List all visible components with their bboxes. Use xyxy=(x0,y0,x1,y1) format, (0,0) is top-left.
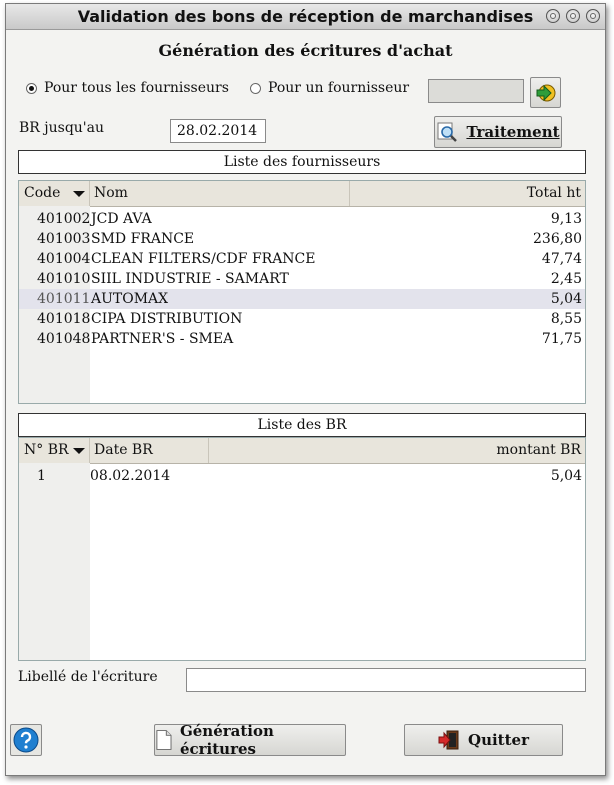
cell-total: 8,55 xyxy=(550,311,582,327)
table-row[interactable]: 401003 SMD FRANCE 236,80 xyxy=(19,229,585,249)
table-row[interactable]: 401018 CIPA DISTRIBUTION 8,55 xyxy=(19,309,585,329)
cell-code: 401004 xyxy=(37,251,91,267)
go-arrow-icon xyxy=(536,84,555,101)
table-row[interactable]: 401002 JCD AVA 9,13 xyxy=(19,209,585,229)
quitter-button[interactable]: Quitter xyxy=(404,724,563,756)
col-header-code[interactable]: Code xyxy=(19,181,90,206)
br-table: N° BR Date BR montant BR 1 08.02.2014 5,… xyxy=(18,437,586,661)
libelle-field[interactable] xyxy=(186,668,586,692)
cell-nom: CIPA DISTRIBUTION xyxy=(91,311,243,327)
generation-ecritures-button[interactable]: Génération écritures xyxy=(154,722,346,758)
sort-arrow-icon xyxy=(73,448,85,454)
suppliers-table: Code Nom Total ht 401002 JCD AVA 9,13 40… xyxy=(18,180,586,404)
cell-code: 401048 xyxy=(37,331,91,347)
table-row[interactable]: 1 08.02.2014 5,04 xyxy=(19,466,585,486)
cell-code: 401010 xyxy=(37,271,91,287)
maximize-button[interactable] xyxy=(566,9,580,23)
cell-montant: 5,04 xyxy=(550,468,582,484)
br-table-header: N° BR Date BR montant BR xyxy=(19,438,585,464)
cell-code: 401003 xyxy=(37,231,91,247)
quitter-label: Quitter xyxy=(468,731,529,749)
suppliers-table-header: Code Nom Total ht xyxy=(19,181,585,207)
table-row[interactable]: 401004 CLEAN FILTERS/CDF FRANCE 47,74 xyxy=(19,249,585,269)
cell-total: 2,45 xyxy=(550,271,582,287)
close-button[interactable] xyxy=(586,9,600,23)
col-header-total[interactable]: Total ht xyxy=(350,181,585,206)
supplier-input[interactable] xyxy=(428,79,524,103)
table-row-selected[interactable]: 401011 AUTOMAX 5,04 xyxy=(19,289,585,309)
table-row[interactable]: 401010 SIIL INDUSTRIE - SAMART 2,45 xyxy=(19,269,585,289)
exit-door-icon xyxy=(438,730,459,750)
cell-nom: JCD AVA xyxy=(91,211,152,227)
traitement-button[interactable]: Traitement xyxy=(434,116,562,148)
cell-total: 236,80 xyxy=(533,231,582,247)
document-icon xyxy=(156,730,172,750)
supplier-lookup-button[interactable] xyxy=(530,77,561,108)
cell-nom: PARTNER'S - SMEA xyxy=(91,331,234,347)
cell-total: 47,74 xyxy=(541,251,582,267)
cell-total: 9,13 xyxy=(550,211,582,227)
title-bar: Validation des bons de réception de marc… xyxy=(6,4,605,30)
cell-code: 401002 xyxy=(37,211,91,227)
radio-one-supplier[interactable]: Pour un fournisseur xyxy=(250,80,409,96)
cell-num: 1 xyxy=(37,468,46,484)
minimize-button[interactable] xyxy=(546,9,560,23)
radio-all-suppliers[interactable]: Pour tous les fournisseurs xyxy=(26,80,229,96)
br-panel-title: Liste des BR xyxy=(18,413,586,437)
radio-all-suppliers-label: Pour tous les fournisseurs xyxy=(44,80,229,96)
cell-nom: SMD FRANCE xyxy=(91,231,195,247)
magnifier-icon xyxy=(437,122,458,142)
main-window: Validation des bons de réception de marc… xyxy=(5,3,606,776)
cell-code: 401011 xyxy=(37,291,91,307)
generation-ecritures-label: Génération écritures xyxy=(179,722,274,758)
cell-nom: SIIL INDUSTRIE - SAMART xyxy=(91,271,289,287)
help-button[interactable] xyxy=(10,724,42,756)
libelle-label: Libellé de l'écriture xyxy=(18,669,158,685)
col-header-num-br[interactable]: N° BR xyxy=(19,438,90,463)
help-icon xyxy=(13,727,39,753)
cell-total: 71,75 xyxy=(541,331,582,347)
col-header-date-br[interactable]: Date BR xyxy=(90,438,209,463)
traitement-label: Traitement xyxy=(466,123,560,141)
table-row[interactable]: 401048 PARTNER'S - SMEA 71,75 xyxy=(19,329,585,349)
radio-one-supplier-label: Pour un fournisseur xyxy=(268,80,410,96)
cell-code: 401018 xyxy=(37,311,91,327)
sort-arrow-icon xyxy=(73,191,85,197)
page-title: Génération des écritures d'achat xyxy=(158,41,453,60)
radio-dot-unchecked[interactable] xyxy=(250,82,261,94)
num-column-bg xyxy=(19,463,90,660)
cell-nom: AUTOMAX xyxy=(91,291,169,307)
cell-total: 5,04 xyxy=(550,291,582,307)
br-until-label: BR jusqu'au xyxy=(19,120,105,136)
cell-nom: CLEAN FILTERS/CDF FRANCE xyxy=(91,251,316,267)
br-until-date-field[interactable]: 28.02.2014 xyxy=(170,119,266,143)
suppliers-panel-title: Liste des fournisseurs xyxy=(18,150,586,174)
radio-dot-checked[interactable] xyxy=(26,82,37,94)
window-title: Validation des bons de réception de marc… xyxy=(77,7,534,26)
cell-date: 08.02.2014 xyxy=(90,468,171,484)
col-header-nom[interactable]: Nom xyxy=(90,181,350,206)
col-header-montant-br[interactable]: montant BR xyxy=(209,438,585,463)
